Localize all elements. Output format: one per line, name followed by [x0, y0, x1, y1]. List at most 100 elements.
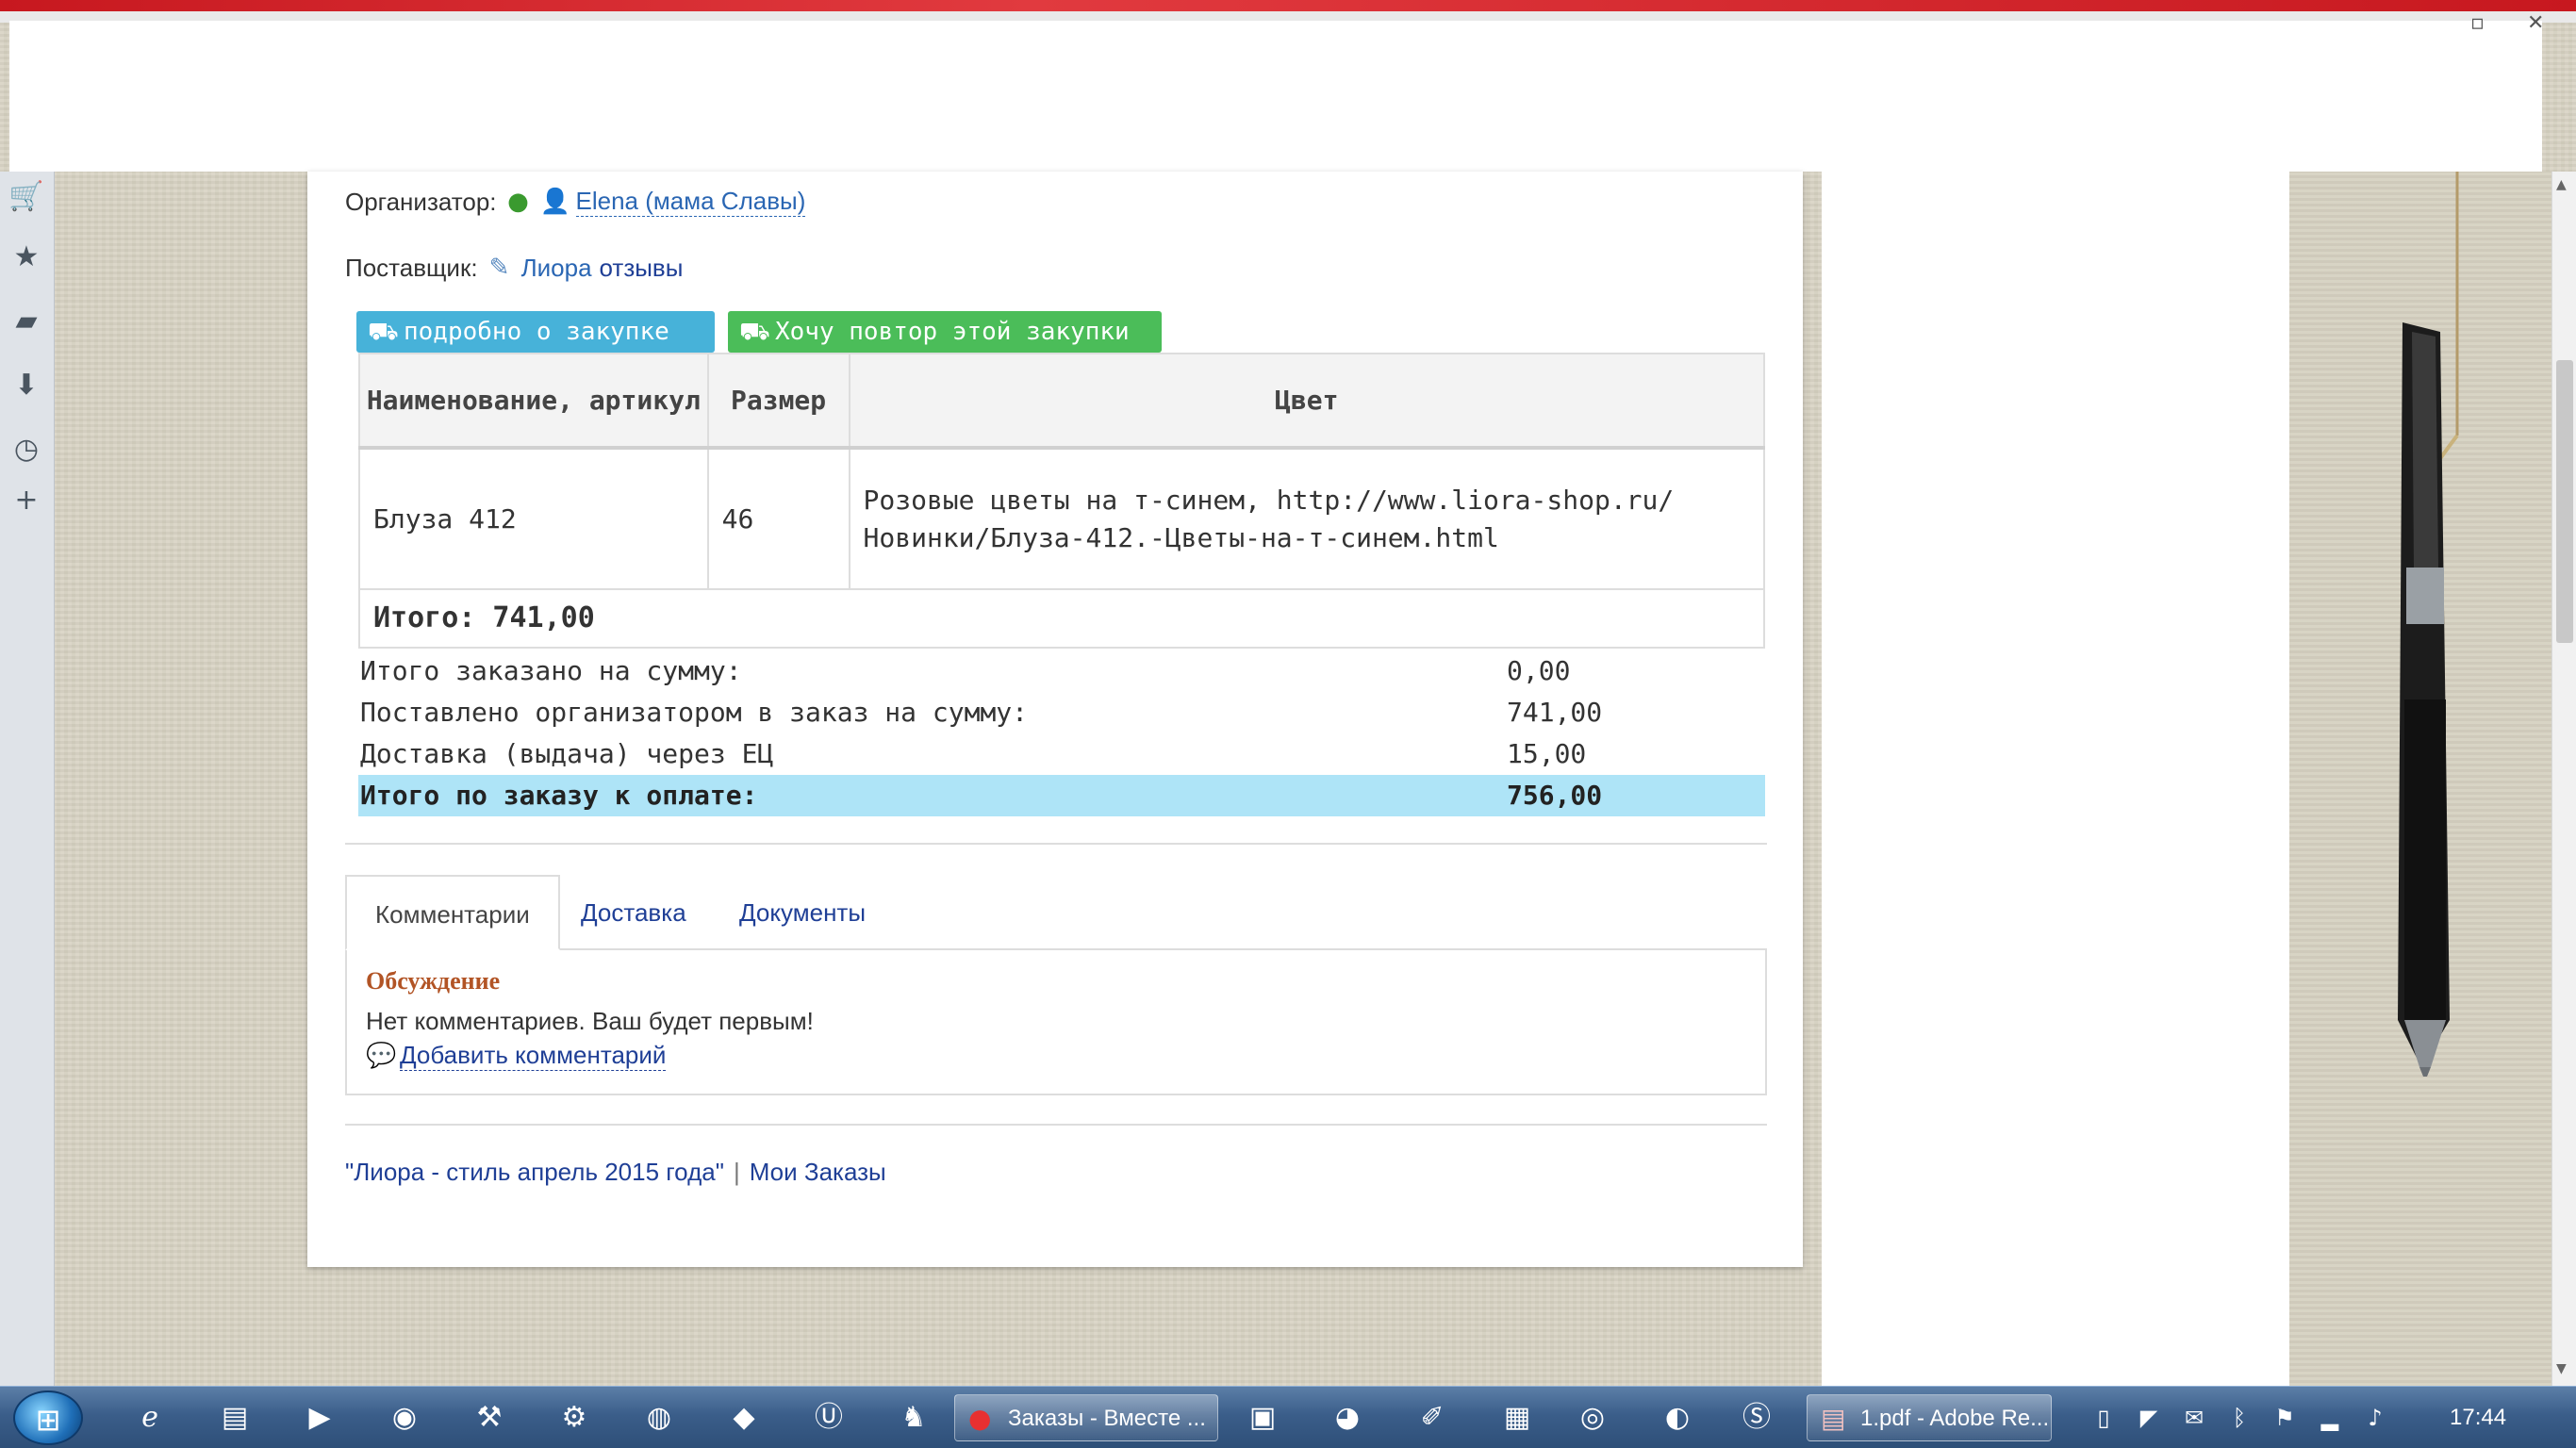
app-icon[interactable]: ◆	[722, 1396, 766, 1440]
doc-icon[interactable]: ▦	[1495, 1396, 1539, 1440]
item-size-cell: 46	[706, 447, 850, 590]
scroll-thumb[interactable]	[2556, 360, 2573, 643]
add-comment-label: Добавить комментарий	[400, 1041, 667, 1071]
right-blank-area	[1822, 172, 2289, 1386]
taskbar: ⊞ ℯ ▤ ▶ ◉ ⚒ ⚙ ◍ ◆ Ⓤ ♞ ● Заказы - Вместе …	[0, 1386, 2576, 1448]
purchase-link[interactable]: "Лиора - стиль апрель 2015 года"	[345, 1158, 724, 1186]
rating-icon: ●	[507, 188, 529, 216]
table-total: Итого: 741,00	[358, 588, 1765, 649]
no-comments-text: Нет комментариев. Ваш будет первым!	[366, 1007, 814, 1035]
summary-label: Итого по заказу к оплате:	[360, 780, 758, 811]
order-table: Наименование, артикул Размер Цвет Блуза …	[358, 353, 1766, 649]
browser-top-edge	[0, 0, 2576, 11]
lifebuoy-icon[interactable]: ◎	[1571, 1396, 1614, 1440]
edit-icon: ✎	[488, 254, 510, 282]
summary-value: 741,00	[1507, 697, 1603, 728]
task-adobe-pdf[interactable]: ▤ 1.pdf - Adobe Re...	[1807, 1394, 2052, 1441]
taskbar-clock[interactable]: 17:44	[2450, 1387, 2506, 1448]
summary-total-row: Итого по заказу к оплате: 756,00	[358, 775, 1765, 816]
table-total-row: Итого: 741,00	[358, 588, 1765, 649]
game-icon[interactable]: ♞	[892, 1396, 935, 1440]
start-button[interactable]: ⊞	[13, 1390, 83, 1445]
page-scrollbar[interactable]: ▲ ▼	[2551, 172, 2576, 1386]
chrome-icon[interactable]: ◐	[1656, 1396, 1699, 1440]
my-orders-link[interactable]: Мои Заказы	[750, 1158, 886, 1186]
item-color-line2: Новинки/Блуза-412.-Цветы-на-т-синем.html	[863, 521, 1499, 553]
tab-documents[interactable]: Документы	[711, 875, 894, 950]
settings-icon[interactable]: ⚙	[553, 1396, 596, 1440]
cart-small-icon: ⛟	[739, 318, 770, 346]
footer-links: "Лиора - стиль апрель 2015 года" | Мои Зак…	[345, 1158, 886, 1187]
order-summary: Итого заказано на сумму: 0,00 Поставлено…	[358, 650, 1765, 816]
add-comment-link[interactable]: 💬 Добавить комментарий	[366, 1041, 667, 1071]
supplier-reviews-link[interactable]: отзывы	[600, 254, 684, 283]
summary-label: Итого заказано на сумму:	[360, 655, 742, 686]
mail-icon[interactable]: ✉	[2178, 1402, 2210, 1434]
torrent-icon[interactable]: Ⓤ	[807, 1396, 850, 1440]
tab-comments[interactable]: Комментарии	[345, 875, 560, 950]
skype-icon[interactable]: Ⓢ	[1735, 1396, 1778, 1440]
task-orders-label: Заказы - Вместе ...	[1008, 1406, 1206, 1431]
speech-bubble-icon: 💬	[366, 1042, 397, 1070]
network-icon[interactable]: ◍	[637, 1396, 681, 1440]
organizer-line: Организатор: ● 👤 Elena (мама Славы)	[345, 181, 806, 222]
comments-pane: Обсуждение Нет комментариев. Ваш будет п…	[345, 948, 1767, 1095]
task-opera-orders[interactable]: ● Заказы - Вместе ...	[954, 1394, 1218, 1441]
decorative-pen-area	[2289, 172, 2551, 1386]
plus-icon[interactable]: +	[8, 481, 45, 518]
save-icon[interactable]: ▣	[1241, 1396, 1284, 1440]
ie-icon[interactable]: ℯ	[128, 1396, 172, 1440]
purchase-details-label: подробно о закупке	[404, 318, 669, 346]
tab-delivery[interactable]: Доставка	[553, 875, 715, 950]
scroll-up-icon[interactable]: ▲	[2556, 177, 2567, 192]
pen-illustration	[2398, 172, 2459, 1077]
summary-row: Поставлено организатором в заказ на сумм…	[358, 692, 1765, 733]
summary-value: 756,00	[1507, 780, 1603, 811]
organizer-link[interactable]: Elena (мама Славы)	[575, 187, 806, 217]
tool-icon[interactable]: ⚒	[468, 1396, 511, 1440]
history-icon[interactable]: ◷	[8, 430, 45, 468]
window-restore-icon[interactable]: ▫	[2470, 11, 2485, 35]
supplier-link[interactable]: Лиора	[521, 254, 592, 283]
globe-icon[interactable]: ◕	[1326, 1396, 1369, 1440]
scroll-down-icon[interactable]: ▼	[2556, 1361, 2567, 1376]
footer-separator: |	[733, 1158, 740, 1186]
tab-bar: Комментарии Доставка Документы	[345, 875, 1767, 950]
summary-value: 0,00	[1507, 655, 1571, 686]
summary-value: 15,00	[1507, 738, 1587, 769]
firefox-icon[interactable]: ◉	[383, 1396, 426, 1440]
summary-row: Доставка (выдача) через ЕЦ 15,00	[358, 733, 1765, 775]
signal-icon[interactable]: ▂	[2314, 1402, 2346, 1434]
task-pdf-label: 1.pdf - Adobe Re...	[1860, 1406, 2050, 1431]
browser-sidebar: 🛒 ★ ▰ ⬇ ◷ +	[0, 172, 55, 1386]
table-row: Блуза 412 46 Розовые цветы на т-синем, h…	[358, 447, 1766, 590]
column-header-color: Цвет	[848, 353, 1766, 450]
cart-icon[interactable]: 🛒	[8, 177, 45, 215]
repeat-purchase-label: Хочу повтор этой закупки	[775, 318, 1130, 346]
item-name-cell: Блуза 412	[358, 447, 709, 590]
browser-toolbar-area	[9, 21, 2542, 172]
summary-label: Доставка (выдача) через ЕЦ	[360, 738, 774, 769]
purchase-details-button[interactable]: ⛟ подробно о закупке	[356, 311, 715, 353]
footer-divider	[345, 1124, 1767, 1126]
summary-label: Поставлено организатором в заказ на сумм…	[360, 697, 1029, 728]
download-icon[interactable]: ⬇	[8, 366, 45, 403]
user-icon: 👤	[539, 188, 570, 216]
volume-icon[interactable]: ♪	[2359, 1402, 2391, 1434]
nvidia-icon[interactable]: ◤	[2133, 1402, 2165, 1434]
battery-icon[interactable]: ▯	[2088, 1402, 2120, 1434]
pen-tool-icon[interactable]: ✐	[1411, 1396, 1454, 1440]
bluetooth-icon[interactable]: ᛒ	[2223, 1402, 2255, 1434]
folder-icon[interactable]: ▤	[213, 1396, 256, 1440]
summary-row: Итого заказано на сумму: 0,00	[358, 650, 1765, 692]
note-icon[interactable]: ▰	[8, 302, 45, 339]
window-close-icon[interactable]: ✕	[2527, 11, 2544, 35]
supplier-label: Поставщик:	[345, 253, 478, 282]
section-divider	[345, 843, 1767, 845]
opera-icon: ●	[968, 1403, 992, 1434]
media-player-icon[interactable]: ▶	[298, 1396, 341, 1440]
star-icon[interactable]: ★	[8, 238, 45, 275]
discussion-title: Обсуждение	[366, 967, 501, 995]
flag-icon[interactable]: ⚑	[2269, 1402, 2301, 1434]
repeat-purchase-button[interactable]: ⛟ Хочу повтор этой закупки	[728, 311, 1162, 353]
